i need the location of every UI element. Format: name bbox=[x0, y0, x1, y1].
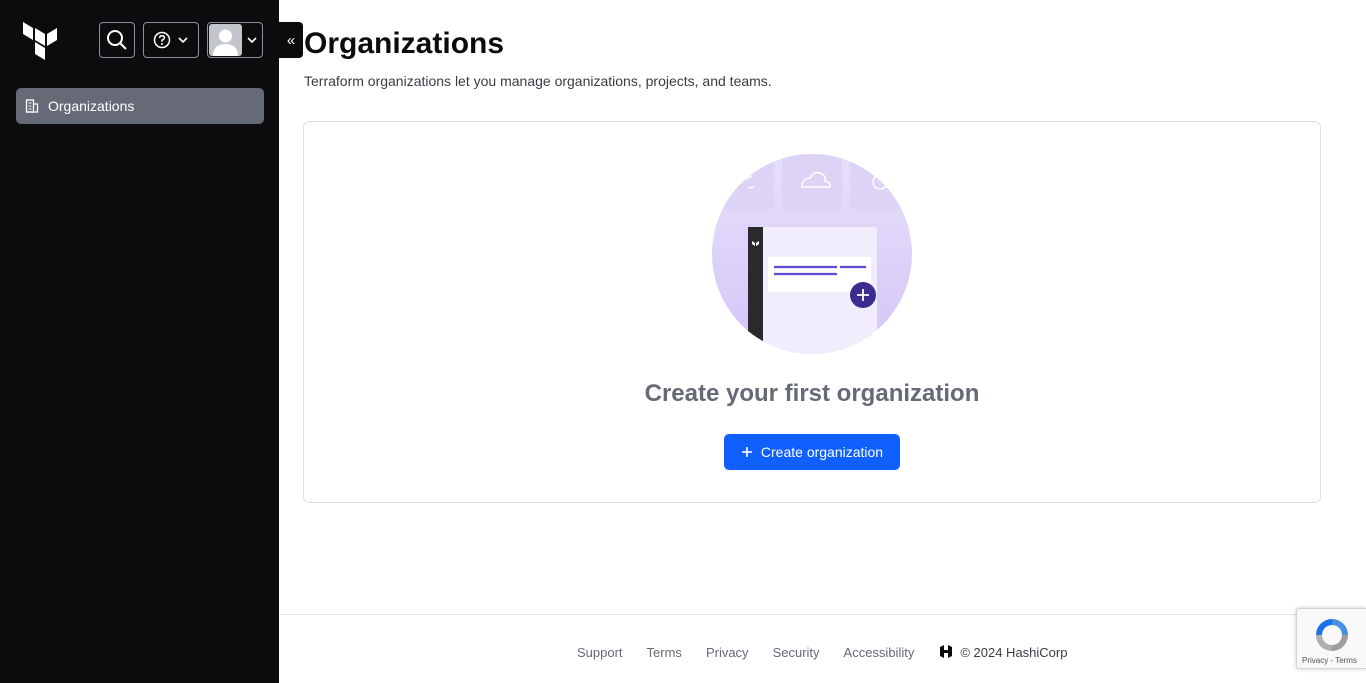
terraform-logo[interactable] bbox=[22, 21, 58, 61]
empty-state-illustration bbox=[712, 154, 912, 354]
copyright: © 2024 HashiCorp bbox=[938, 644, 1067, 660]
create-organization-label: Create organization bbox=[760, 444, 884, 460]
user-menu-button[interactable] bbox=[207, 22, 263, 58]
footer-link-terms[interactable]: Terms bbox=[647, 645, 682, 660]
footer-link-accessibility[interactable]: Accessibility bbox=[844, 645, 915, 660]
search-icon bbox=[107, 30, 127, 50]
footer-links: Support Terms Privacy Security Accessibi… bbox=[577, 644, 1067, 660]
building-icon bbox=[25, 99, 39, 113]
main-content: Organizations Terraform organizations le… bbox=[280, 0, 1366, 683]
hashicorp-logo-icon bbox=[940, 645, 953, 658]
footer: Support Terms Privacy Security Accessibi… bbox=[280, 614, 1366, 683]
recaptcha-badge[interactable]: Privacy - Terms bbox=[1296, 608, 1366, 669]
recaptcha-icon bbox=[1316, 619, 1348, 651]
recaptcha-links[interactable]: Privacy - Terms bbox=[1302, 656, 1357, 665]
create-organization-button[interactable]: Create organization bbox=[724, 434, 900, 470]
empty-state-title: Create your first organization bbox=[644, 380, 980, 407]
footer-link-security[interactable]: Security bbox=[773, 645, 820, 660]
page-description: Terraform organizations let you manage o… bbox=[304, 73, 772, 89]
avatar bbox=[209, 24, 242, 56]
empty-state-card: Create your first organization Create or… bbox=[303, 121, 1321, 503]
chevron-down-icon bbox=[178, 37, 188, 44]
footer-link-support[interactable]: Support bbox=[577, 645, 623, 660]
help-icon bbox=[153, 31, 171, 49]
sidebar-item-organizations[interactable]: Organizations bbox=[16, 88, 264, 124]
sidebar: Organizations bbox=[0, 0, 279, 683]
user-icon bbox=[213, 29, 238, 56]
page-title: Organizations bbox=[304, 27, 505, 60]
plus-icon bbox=[741, 447, 752, 457]
search-button[interactable] bbox=[99, 22, 135, 58]
copyright-text: © 2024 HashiCorp bbox=[960, 644, 1068, 660]
chevron-down-icon bbox=[247, 37, 257, 44]
help-menu-button[interactable] bbox=[143, 22, 199, 58]
footer-link-privacy[interactable]: Privacy bbox=[706, 645, 749, 660]
sidebar-item-label: Organizations bbox=[48, 98, 135, 114]
